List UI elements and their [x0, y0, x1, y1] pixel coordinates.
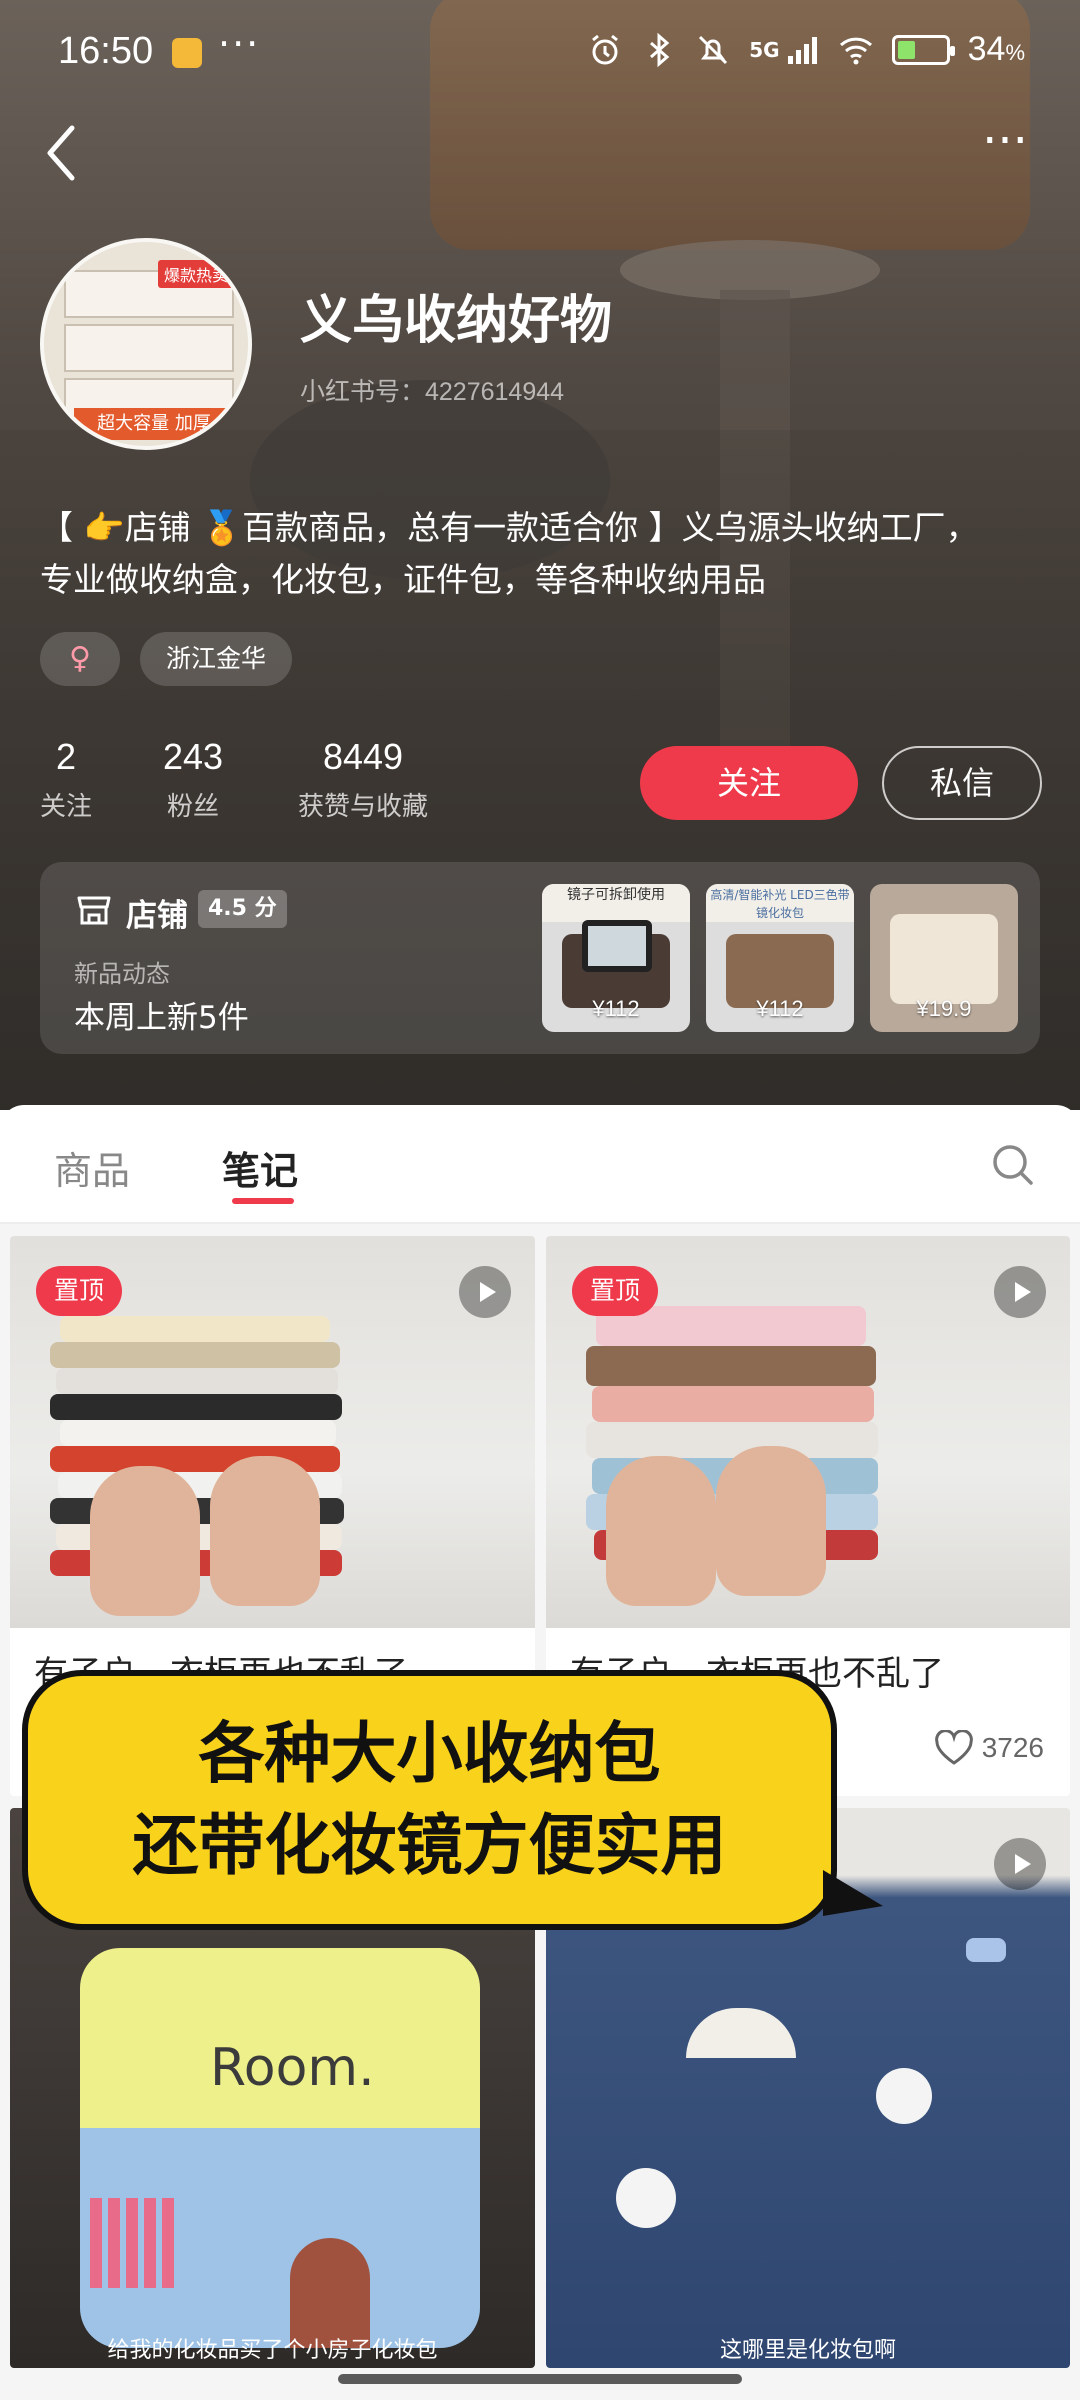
stat-value: 8449	[322, 736, 404, 777]
note-caption: 这哪里是化妆包啊	[719, 2338, 896, 2363]
mute-icon	[699, 35, 728, 64]
store-card[interactable]: 店铺 4.5 分 新品动态 本周上新5件 镜子可拆卸使用 ¥112 高清/智能补…	[40, 862, 1040, 1054]
notification-app-icon	[172, 38, 202, 68]
product-mirror	[582, 920, 652, 972]
video-play-icon	[994, 1266, 1046, 1318]
caption-line-1: 各种大小收纳包	[198, 1715, 661, 1792]
more-options-icon[interactable]: ···	[970, 117, 1040, 176]
follow-button[interactable]: 关注	[640, 746, 858, 820]
tab-active-indicator	[232, 1198, 294, 1204]
stat-followers[interactable]: 243 粉丝	[160, 736, 226, 823]
patch-circle	[876, 2068, 932, 2124]
profile-id[interactable]: 小红书号：4227614944	[300, 372, 564, 408]
stat-label: 获赞与收藏	[297, 792, 428, 822]
hand	[606, 1456, 716, 1606]
avatar-tag: 爆款热卖	[157, 260, 234, 288]
promo-caption-bubble: 各种大小收纳包 还带化妆镜方便实用	[22, 1670, 883, 1930]
pinned-badge: 置顶	[36, 1266, 123, 1316]
location-chip: 浙江金华	[140, 632, 292, 686]
video-play-icon	[994, 1838, 1046, 1890]
stat-value: 2	[55, 736, 77, 777]
caption-line-2: 还带化妆镜方便实用	[132, 1807, 727, 1884]
profile-name: 义乌收纳好物	[300, 291, 613, 351]
video-play-icon	[459, 1266, 511, 1318]
store-product-thumb[interactable]: 镜子可拆卸使用 ¥112	[542, 884, 690, 1032]
network-type: 5G	[749, 37, 780, 62]
bag-window	[90, 2198, 180, 2288]
avatar-band: 超大容量 加厚	[74, 408, 234, 440]
avatar[interactable]: 爆款热卖 超大容量 加厚	[40, 238, 252, 450]
likes-count: 3726	[981, 1732, 1044, 1763]
product-image	[890, 914, 998, 1004]
store-name: 店铺	[126, 898, 188, 934]
stat-label: 关注	[40, 792, 93, 822]
note-likes[interactable]: 3726	[934, 1730, 1044, 1766]
status-bar: 16:50 ··· 5G 34%	[0, 0, 1080, 105]
gender-female-icon: ♀	[40, 632, 120, 686]
stat-value: 243	[162, 736, 224, 777]
signal-icon	[787, 36, 817, 64]
status-icons: 5G 34%	[587, 30, 1025, 69]
pinned-badge: 置顶	[572, 1266, 659, 1316]
patch-cloud	[966, 1938, 1006, 1962]
bio-line-1: 【 👉店铺 🏅百款商品，总有一款适合你 】义乌源头收纳工厂，	[40, 508, 979, 547]
patch-rainbow	[686, 2008, 796, 2058]
tab-goods[interactable]: 商品	[54, 1140, 130, 1195]
patch-circle	[616, 2168, 676, 2228]
status-time: 16:50	[58, 30, 154, 72]
bio-line-2: 专业做收纳盒，化妆包，证件包，等各种收纳用品	[40, 560, 766, 599]
message-button[interactable]: 私信	[882, 746, 1042, 820]
store-score: 4.5 分	[198, 890, 287, 928]
store-product-thumb[interactable]: 高清/智能补光 LED三色带镜化妆包 ¥112	[706, 884, 854, 1032]
stat-following[interactable]: 2 关注	[40, 736, 92, 823]
status-overflow-icon: ···	[218, 22, 261, 66]
hand	[90, 1466, 200, 1616]
search-icon[interactable]	[990, 1142, 1036, 1188]
store-icon	[77, 896, 111, 925]
note-caption: 给我的化妆品买了个小房子化妆包	[107, 2338, 438, 2363]
avatar-shelf	[64, 324, 234, 372]
store-new-label: 新品动态	[74, 960, 170, 988]
back-arrow-icon[interactable]	[38, 118, 88, 188]
home-indicator[interactable]	[338, 2374, 742, 2384]
alarm-icon	[592, 34, 619, 64]
product-caption: 高清/智能补光 LED三色带镜化妆包	[706, 884, 854, 922]
product-price: ¥19.9	[916, 996, 972, 1021]
hand	[210, 1456, 320, 1606]
heart-icon	[934, 1730, 973, 1765]
store-product-thumb[interactable]: ¥19.9	[870, 884, 1018, 1032]
wifi-icon	[839, 37, 872, 64]
bluetooth-icon	[650, 32, 670, 67]
product-caption: 镜子可拆卸使用	[542, 884, 690, 922]
tab-notes[interactable]: 笔记	[222, 1140, 298, 1195]
product-price: ¥112	[592, 996, 640, 1021]
stat-likes-collections[interactable]: 8449 获赞与收藏	[290, 736, 436, 823]
store-new-value: 本周上新5件	[74, 1000, 249, 1036]
product-price: ¥112	[756, 996, 804, 1021]
stat-label: 粉丝	[166, 792, 219, 822]
battery-percent: 34%	[967, 30, 1025, 68]
bag-text: Room.	[210, 2038, 375, 2098]
hand	[716, 1446, 826, 1596]
battery-icon	[891, 34, 955, 65]
profile-bio: 【 👉店铺 🏅百款商品，总有一款适合你 】义乌源头收纳工厂， 专业做收纳盒，化妆…	[40, 502, 1040, 606]
